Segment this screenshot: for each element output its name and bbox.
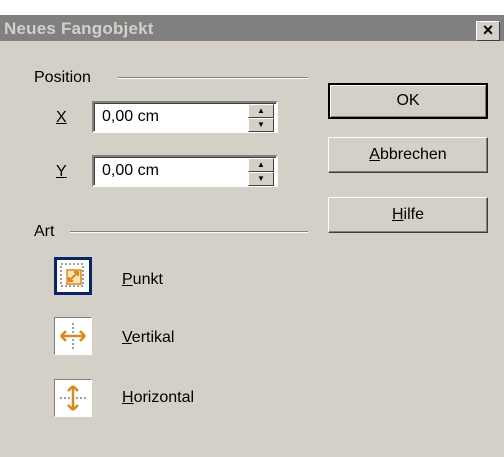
x-spinbox[interactable]: 0,00 cm ▲ ▼ <box>92 101 278 133</box>
x-spin-up-button[interactable]: ▲ <box>248 104 274 118</box>
snap-horizontal-button[interactable] <box>54 379 92 417</box>
snap-vertical-text: Vertikal <box>122 329 175 346</box>
dialog-title: Neues Fangobjekt <box>4 19 154 38</box>
snap-point-text: Punkt <box>122 271 163 288</box>
art-group-label: Art <box>34 223 55 240</box>
snap-point-icon <box>60 263 84 287</box>
y-spin-up-button[interactable]: ▲ <box>248 158 274 172</box>
cancel-button-label: Abbrechen <box>369 146 447 163</box>
snap-horizontal-icon <box>60 385 86 411</box>
help-button-label: Hilfe <box>391 206 424 223</box>
arrow-up-icon: ▲ <box>257 160 265 169</box>
snap-vertical-label[interactable]: Vertikal <box>122 329 174 347</box>
ok-button[interactable]: OK <box>328 83 488 119</box>
y-label: Y <box>56 163 67 180</box>
position-separator <box>118 77 308 79</box>
x-spin-down-button[interactable]: ▼ <box>248 118 274 132</box>
y-spin-buttons: ▲ ▼ <box>248 158 274 186</box>
arrow-down-icon: ▼ <box>257 174 265 183</box>
y-spinbox[interactable]: 0,00 cm ▲ ▼ <box>92 155 278 187</box>
x-spin-buttons: ▲ ▼ <box>248 104 274 132</box>
arrow-up-icon: ▲ <box>257 106 265 115</box>
art-separator <box>70 231 308 233</box>
close-button[interactable]: × <box>476 21 500 41</box>
snap-point-button[interactable] <box>54 257 92 295</box>
snap-object-dialog: Neues Fangobjekt × Position X 0,00 cm ▲ … <box>0 14 504 457</box>
close-icon: × <box>482 20 494 40</box>
y-input[interactable]: 0,00 cm <box>102 162 159 180</box>
arrow-down-icon: ▼ <box>257 120 265 129</box>
snap-point-label[interactable]: Punkt <box>122 271 163 289</box>
snap-horizontal-label[interactable]: Horizontal <box>122 389 194 407</box>
cancel-button[interactable]: Abbrechen <box>328 137 488 173</box>
position-group-label: Position <box>34 69 91 86</box>
y-spin-down-button[interactable]: ▼ <box>248 172 274 186</box>
snap-horizontal-text: Horizontal <box>122 389 195 406</box>
x-label: X <box>56 109 67 126</box>
x-input[interactable]: 0,00 cm <box>102 108 159 126</box>
snap-vertical-button[interactable] <box>54 317 92 355</box>
snap-vertical-icon <box>60 323 86 349</box>
help-button[interactable]: Hilfe <box>328 197 488 233</box>
title-bar[interactable]: Neues Fangobjekt × <box>0 15 504 41</box>
